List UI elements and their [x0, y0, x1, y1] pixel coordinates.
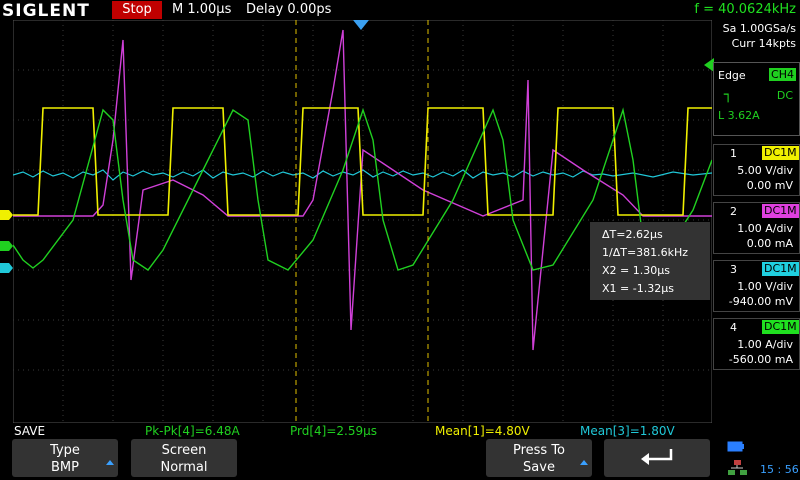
- softkey-label: Press To: [512, 443, 566, 458]
- rising-edge-icon: ┐: [724, 87, 733, 103]
- channel-4-panel[interactable]: 4 DC1M 1.00 A/div -560.00 mA: [713, 318, 800, 370]
- softkey-label: Screen: [161, 443, 207, 458]
- cursor-readout-panel: ΔT=2.62µs 1/ΔT=381.6kHz X2 = 1.30µs X1 =…: [590, 222, 710, 300]
- run-status-badge[interactable]: Stop: [112, 1, 162, 19]
- return-softkey[interactable]: [604, 439, 710, 477]
- brand-logo: SIGLENT: [2, 1, 90, 21]
- channel-1-panel[interactable]: 1 DC1M 5.00 V/div 0.00 mV: [713, 144, 800, 196]
- channel-offset: 0.00 mV: [746, 179, 793, 192]
- channel-number: 1: [730, 147, 737, 160]
- channel-scale: 1.00 V/div: [737, 280, 793, 293]
- delta-t-readout: ΔT=2.62µs: [602, 228, 663, 241]
- measurement-mean1: Mean[1]=4.80V: [435, 424, 530, 438]
- type-softkey[interactable]: Type BMP: [12, 439, 118, 477]
- sample-rate: Sa 1.00GSa/s: [722, 22, 796, 35]
- trigger-panel[interactable]: Edge CH4 ┐ DC L 3.62A: [713, 62, 800, 136]
- up-arrow-icon: [106, 460, 114, 465]
- cursor-x2-readout: X2 = 1.30µs: [602, 264, 670, 277]
- screen-softkey[interactable]: Screen Normal: [131, 439, 237, 477]
- trigger-mode: Edge: [718, 69, 746, 82]
- trigger-source: CH4: [769, 68, 796, 81]
- channel-scale: 5.00 V/div: [737, 164, 793, 177]
- channel-3-panel[interactable]: 3 DC1M 1.00 V/div -940.00 mV: [713, 260, 800, 312]
- delay-readout: Delay 0.00ps: [246, 2, 332, 17]
- trigger-coupling: DC: [776, 89, 793, 102]
- measurement-mean3: Mean[3]=1.80V: [580, 424, 675, 438]
- battery-icon: [727, 441, 744, 452]
- network-icon: [728, 460, 747, 475]
- softkey-label: Type: [50, 443, 80, 458]
- channel-offset: -560.00 mA: [728, 353, 793, 366]
- top-bar: SIGLENT Stop M 1.00µs Delay 0.00ps f = 4…: [0, 0, 800, 21]
- cursor-x1-readout: X1 = -1.32µs: [602, 282, 674, 295]
- channel-offset: 0.00 mA: [746, 237, 793, 250]
- timebase-readout: M 1.00µs: [172, 2, 232, 17]
- channel-number: 2: [730, 205, 737, 218]
- return-arrow-icon: [641, 449, 673, 465]
- up-arrow-icon: [580, 460, 588, 465]
- inverse-delta-t-readout: 1/ΔT=381.6kHz: [602, 246, 689, 259]
- channel-offset: -940.00 mV: [728, 295, 793, 308]
- channel-coupling: DC1M: [762, 262, 799, 276]
- measurement-period: Prd[4]=2.59µs: [290, 424, 378, 438]
- softkey-value: Save: [523, 460, 555, 475]
- trigger-level: L 3.62A: [718, 109, 760, 122]
- channel-2-panel[interactable]: 2 DC1M 1.00 A/div 0.00 mA: [713, 202, 800, 254]
- channel-number: 3: [730, 263, 737, 276]
- clock: 15 : 56: [760, 463, 799, 476]
- channel-coupling: DC1M: [762, 320, 799, 334]
- measurement-pkpk: Pk-Pk[4]=6.48A: [145, 424, 240, 438]
- softkey-value: Normal: [160, 460, 208, 475]
- softkey-bar: Type BMP Screen Normal Press To Save 15 …: [0, 437, 800, 480]
- channel-offset-markers[interactable]: [0, 205, 13, 275]
- channel-number: 4: [730, 321, 737, 334]
- channel-coupling: DC1M: [762, 204, 799, 218]
- menu-title: SAVE: [14, 424, 46, 438]
- memory-depth: Curr 14kpts: [731, 37, 796, 50]
- frequency-counter: f = 40.0624kHz: [694, 2, 796, 17]
- channel-scale: 1.00 A/div: [737, 222, 793, 235]
- channel-scale: 1.00 A/div: [737, 338, 793, 351]
- softkey-value: BMP: [51, 460, 79, 475]
- channel-coupling: DC1M: [762, 146, 799, 160]
- press-to-save-softkey[interactable]: Press To Save: [486, 439, 592, 477]
